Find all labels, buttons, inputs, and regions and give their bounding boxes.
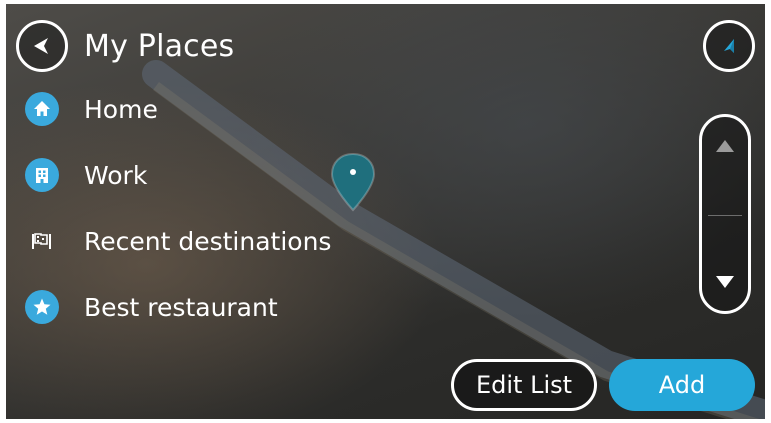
page-title: My Places bbox=[84, 28, 235, 64]
scroll-control bbox=[699, 114, 751, 314]
work-icon bbox=[24, 157, 60, 193]
back-arrow-icon bbox=[34, 38, 48, 54]
list-item-recent-destinations[interactable]: Recent destinations bbox=[24, 208, 444, 274]
scroll-up-button[interactable] bbox=[702, 123, 748, 169]
list-item-home[interactable]: Home bbox=[24, 76, 444, 142]
list-item-best-restaurant[interactable]: Best restaurant bbox=[24, 274, 444, 340]
map-screen: My Places Home Work Recent destinations … bbox=[6, 4, 765, 419]
edit-list-button[interactable]: Edit List bbox=[451, 359, 597, 411]
back-button[interactable] bbox=[16, 20, 68, 72]
recent-destinations-flag-icon bbox=[24, 223, 60, 259]
chevron-down-icon bbox=[716, 276, 734, 288]
places-list: Home Work Recent destinations Best resta… bbox=[24, 76, 444, 340]
bottom-action-bar: Edit List Add bbox=[451, 359, 755, 411]
map-location-pin-icon bbox=[330, 152, 376, 212]
star-icon bbox=[24, 289, 60, 325]
home-icon bbox=[24, 91, 60, 127]
list-item-label: Home bbox=[84, 94, 158, 124]
list-item-label: Best restaurant bbox=[84, 292, 278, 322]
compass-button[interactable] bbox=[703, 20, 755, 72]
scroll-down-button[interactable] bbox=[702, 259, 748, 305]
scroll-divider bbox=[708, 215, 742, 216]
list-item-label: Recent destinations bbox=[84, 226, 332, 256]
list-item-label: Work bbox=[84, 160, 148, 190]
add-button[interactable]: Add bbox=[609, 359, 755, 411]
header: My Places bbox=[16, 20, 234, 72]
list-item-work[interactable]: Work bbox=[24, 142, 444, 208]
chevron-up-icon bbox=[716, 140, 734, 152]
compass-arrow-icon bbox=[724, 39, 734, 53]
